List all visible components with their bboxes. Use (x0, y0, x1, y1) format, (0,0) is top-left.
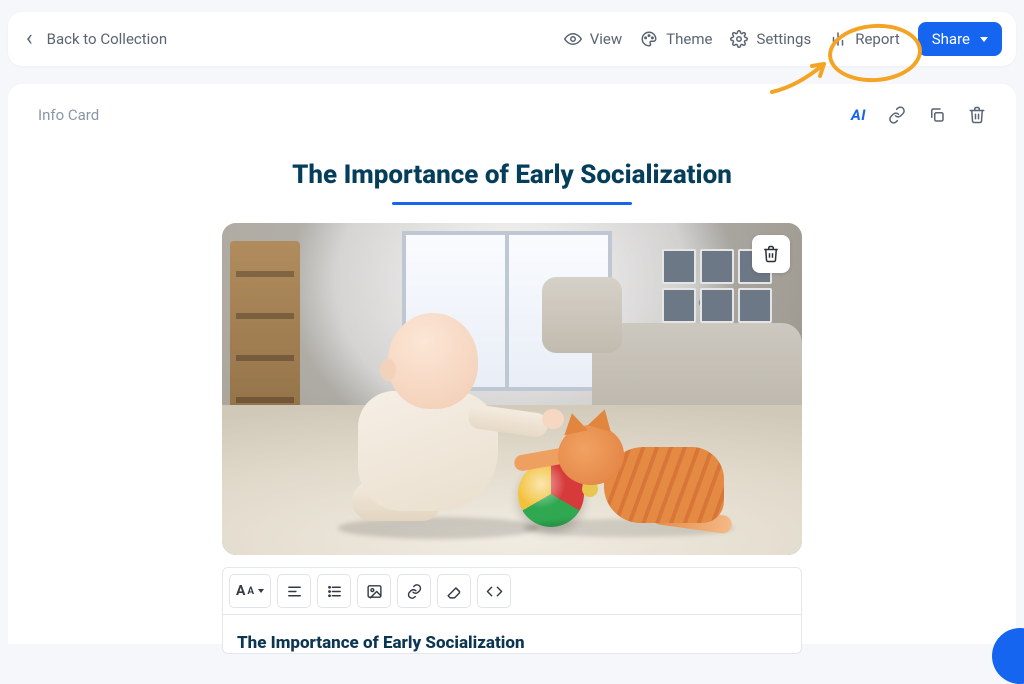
editor-card: Info Card AI The Importance of Early Soc… (8, 84, 1016, 644)
hero-image[interactable] (222, 223, 802, 555)
link-icon[interactable] (888, 106, 906, 124)
card-header: Info Card AI (38, 106, 986, 124)
back-label: Back to Collection (47, 30, 168, 48)
view-button[interactable]: View (564, 30, 622, 48)
gear-icon (730, 30, 748, 48)
view-label: View (590, 30, 622, 48)
list-button[interactable] (317, 574, 351, 608)
insert-image-button[interactable] (357, 574, 391, 608)
share-button[interactable]: Share (918, 22, 1002, 56)
copy-icon[interactable] (928, 106, 946, 124)
theme-button[interactable]: Theme (640, 30, 712, 48)
chevron-down-icon (980, 37, 988, 42)
code-button[interactable] (477, 574, 511, 608)
chevron-left-icon (26, 28, 33, 50)
palette-icon (640, 30, 658, 48)
share-label: Share (932, 30, 970, 48)
rich-text-editor: AA The Importance of Early Socialization (222, 567, 802, 654)
back-to-collection-button[interactable]: Back to Collection (26, 28, 167, 50)
trash-icon[interactable] (968, 106, 986, 124)
chevron-down-icon (258, 589, 264, 593)
insert-link-button[interactable] (397, 574, 431, 608)
scene-baby (318, 313, 528, 533)
scene-kitten (554, 393, 724, 533)
card-actions: AI (851, 106, 986, 124)
top-bar: Back to Collection View Theme Settings (8, 12, 1016, 66)
report-button[interactable]: Report (829, 30, 900, 48)
theme-label: Theme (666, 30, 712, 48)
editor-heading: The Importance of Early Socialization (237, 633, 787, 653)
align-button[interactable] (277, 574, 311, 608)
top-bar-right: View Theme Settings Report Share (564, 22, 1002, 56)
top-bar-left: Back to Collection (26, 28, 167, 50)
eraser-button[interactable] (437, 574, 471, 608)
report-label: Report (855, 30, 900, 48)
ai-button[interactable]: AI (851, 106, 866, 124)
bar-chart-icon (829, 30, 847, 48)
text-style-button[interactable]: AA (229, 574, 271, 608)
image-delete-button[interactable] (752, 235, 790, 273)
title-underline (392, 202, 632, 205)
settings-button[interactable]: Settings (730, 30, 811, 48)
eye-icon (564, 30, 582, 48)
card-type-label: Info Card (38, 106, 99, 124)
editor-toolbar: AA (223, 568, 801, 615)
page-title[interactable]: The Importance of Early Socialization (38, 160, 986, 190)
editor-body[interactable]: The Importance of Early Socialization (223, 615, 801, 653)
settings-label: Settings (756, 30, 811, 48)
